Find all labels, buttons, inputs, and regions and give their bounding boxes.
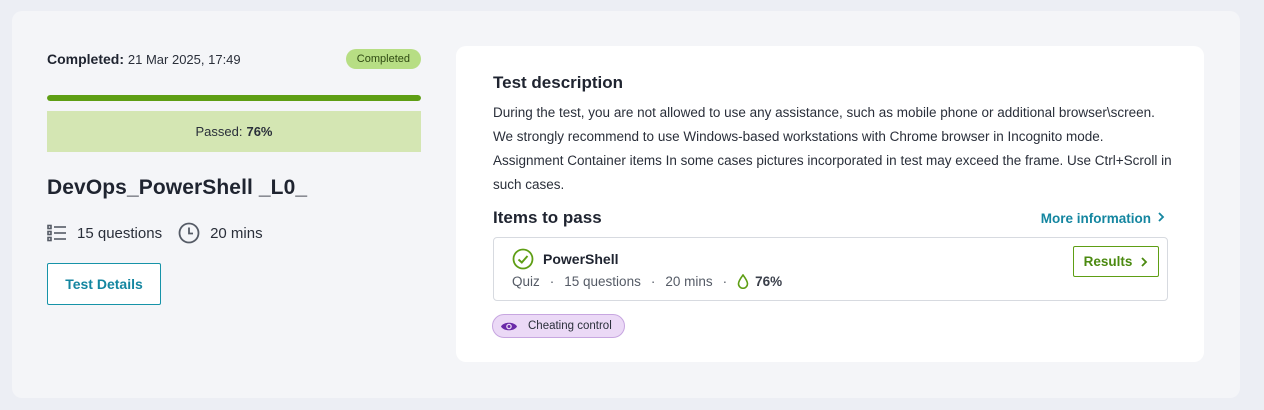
- eye-icon: [500, 320, 518, 333]
- description-body: During the test, you are not allowed to …: [493, 101, 1183, 197]
- completed-info: Completed: 21 Mar 2025, 17:49: [47, 51, 241, 67]
- item-questions: 15 questions: [564, 274, 641, 289]
- separator-dot: ·: [722, 274, 728, 289]
- cheating-control-label: Cheating control: [528, 320, 612, 332]
- items-header: Items to pass More information: [493, 208, 1165, 228]
- questions-count: 15 questions: [47, 224, 162, 242]
- item-type: Quiz: [512, 274, 540, 289]
- test-details-button[interactable]: Test Details: [47, 263, 161, 305]
- item-meta: Quiz · 15 questions · 20 mins · 76%: [512, 274, 782, 289]
- clock-icon: [178, 222, 200, 244]
- passed-label: Passed:: [195, 124, 243, 139]
- list-icon: [47, 224, 67, 242]
- completed-date: 21 Mar 2025, 17:49: [127, 52, 241, 67]
- test-summary: Completed: 21 Mar 2025, 17:49 Completed …: [47, 46, 421, 305]
- drop-icon: [737, 274, 749, 289]
- status-badge: Completed: [345, 49, 421, 69]
- separator-dot: ·: [650, 274, 656, 289]
- questions-text: 15 questions: [77, 224, 163, 242]
- more-information-link[interactable]: More information: [1041, 211, 1165, 226]
- item-name: PowerShell: [512, 248, 618, 270]
- item-score: 76%: [755, 274, 783, 289]
- test-title: DevOps_PowerShell _L0_: [47, 176, 308, 199]
- item-duration: 20 mins: [665, 274, 713, 289]
- separator-dot: ·: [549, 274, 555, 289]
- test-meta: 15 questions 20 mins: [47, 220, 421, 246]
- completed-row: Completed: 21 Mar 2025, 17:49 Completed: [47, 46, 421, 72]
- chevron-right-icon: [1157, 211, 1165, 226]
- duration-text: 20 mins: [210, 224, 263, 242]
- description-line: Assignment Container items In some cases…: [493, 153, 1172, 192]
- test-card: Completed: 21 Mar 2025, 17:49 Completed …: [12, 11, 1240, 398]
- description-line: We strongly recommend to use Windows-bas…: [493, 129, 1104, 144]
- description-title: Test description: [493, 73, 624, 92]
- chevron-right-icon: [1140, 256, 1148, 268]
- progress-fill: [47, 95, 421, 101]
- results-label: Results: [1083, 254, 1133, 269]
- passed-result: Passed: 76%: [47, 111, 421, 152]
- items-title: Items to pass: [493, 208, 602, 227]
- more-information-label: More information: [1040, 210, 1151, 226]
- test-description-panel: Test description During the test, you ar…: [456, 46, 1204, 362]
- progress-bar: [47, 95, 421, 101]
- item-title: PowerShell: [543, 251, 619, 267]
- description-line: During the test, you are not allowed to …: [493, 105, 1155, 120]
- completed-label: Completed:: [47, 51, 124, 67]
- cheating-control-badge: Cheating control: [492, 314, 625, 338]
- list-item: PowerShell Quiz · 15 questions · 20 mins…: [493, 237, 1168, 301]
- passed-value: 76%: [246, 124, 273, 139]
- check-circle-icon: [512, 248, 534, 270]
- duration: 20 mins: [178, 222, 263, 244]
- results-button[interactable]: Results: [1073, 246, 1159, 277]
